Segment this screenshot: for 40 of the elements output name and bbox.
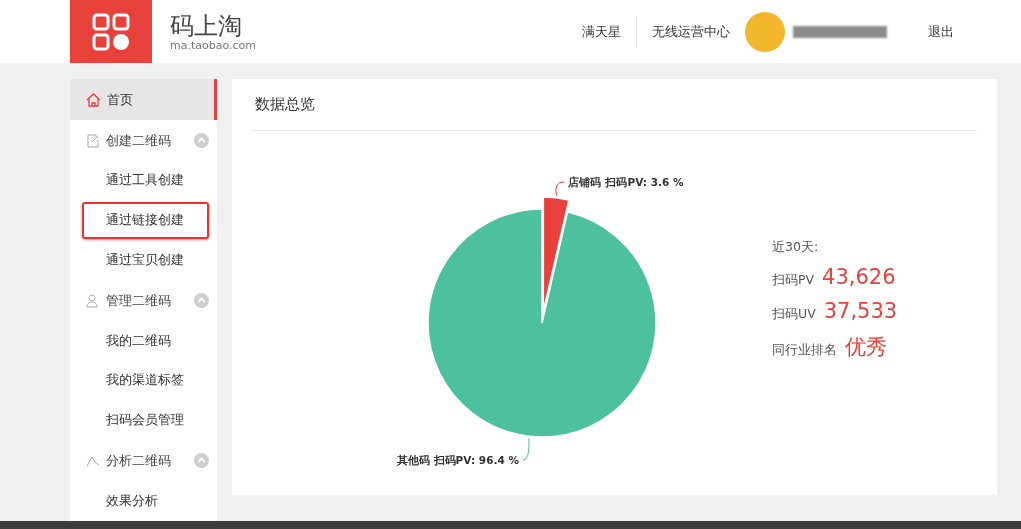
menu-group[interactable]: 创建二维码 [70,120,217,161]
site-title: 码上淘 [170,11,243,40]
submenu-item[interactable]: 效果分析 [82,482,209,521]
submenu-item[interactable]: 扫码会员管理 [82,401,209,440]
nav-link[interactable]: 满天星 [567,15,636,48]
submenu-item[interactable]: 我的二维码 [82,322,209,360]
qr-logo-icon [91,11,131,52]
site-domain: ma.taobao.com [170,39,256,52]
leader-line [555,181,565,197]
stat-label: 扫码UV [772,306,816,323]
stat-value: 43,626 [822,265,896,289]
group-label: 分析二维码 [106,451,172,470]
stat-label: 同行业排名 [772,342,837,359]
leader-line [522,437,530,461]
stat-value: 37,533 [823,299,898,323]
submenu-item[interactable]: 我的渠道标签 [82,361,209,400]
menu-group[interactable]: 管理二维码 [70,280,217,322]
nav-link[interactable]: 无线运营中心 [637,15,745,48]
document-icon [86,133,100,148]
user-avatar[interactable] [745,11,785,52]
person-icon [86,293,100,308]
logo[interactable] [70,0,152,63]
chevron-icon[interactable] [194,293,209,309]
stat-value: 优秀 [845,334,887,361]
home-icon [86,92,101,107]
home-menu-item[interactable]: 首页 [70,79,217,120]
submenu-item[interactable]: 通过链接创建 [82,201,209,240]
slice-label: 其他码 扫码PV: 96.4 % [396,454,519,467]
logout-link[interactable]: 退出 [913,15,969,48]
group-label: 管理二维码 [106,291,172,310]
group-label: 创建二维码 [106,131,172,150]
chevron-icon[interactable] [194,133,209,148]
chevron-icon[interactable] [194,453,209,469]
card-title: 数据总览 [252,79,977,131]
submenu-item[interactable]: 通过工具创建 [82,162,209,200]
slice-label: 店铺码 扫码PV: 3.6 % [568,175,684,188]
menu-group[interactable]: 分析二维码 [70,440,217,482]
period-label: 近30天: [772,239,820,256]
submenu-item[interactable]: 通过宝贝创建 [82,241,209,280]
stat-label: 扫码PV [772,272,815,289]
